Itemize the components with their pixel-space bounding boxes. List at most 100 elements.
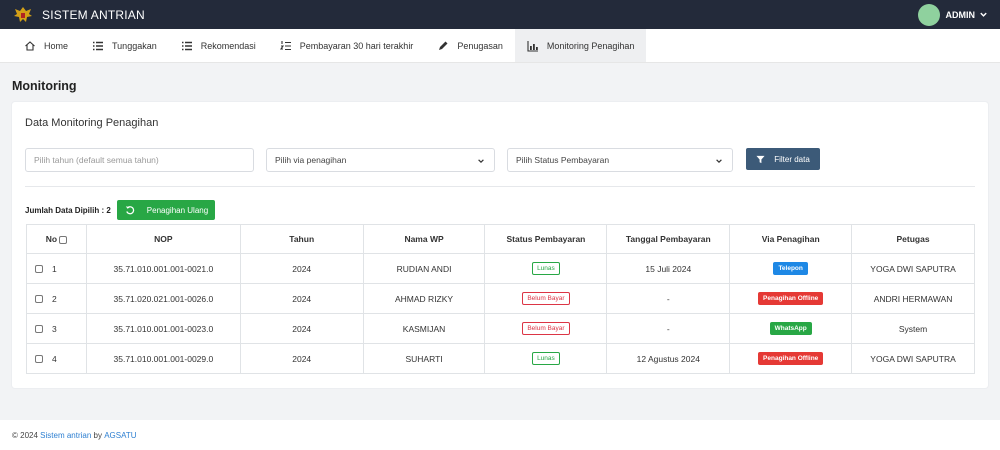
cell-tahun: 2024: [239, 283, 364, 314]
filter-icon: [756, 155, 765, 163]
nav-item-penugasan[interactable]: Penugasan: [425, 29, 515, 62]
penagihan-ulang-label: Penagihan Ulang: [146, 205, 209, 215]
table-row: 3 35.71.010.001.001-0023.0 2024 KASMIJAN…: [26, 313, 975, 344]
cell-via: WhatsApp: [729, 313, 853, 344]
page-title: Monitoring: [12, 79, 77, 93]
via-badge: Telepon: [773, 262, 808, 275]
monitoring-card: Data Monitoring Penagihan Pilih tahun (d…: [12, 102, 988, 388]
chevron-down-icon: [980, 12, 987, 17]
row-checkbox[interactable]: [35, 355, 43, 364]
via-badge: Penagihan Offline: [758, 352, 824, 365]
status-badge: Lunas: [532, 352, 560, 365]
monitoring-table: No NOP Tahun Nama WP Status Pembayaran T…: [26, 224, 975, 374]
via-select-value: Pilih via penagihan: [275, 155, 347, 165]
cell-petugas: System: [851, 313, 975, 344]
row-checkbox[interactable]: [35, 265, 43, 274]
year-placeholder: Pilih tahun (default semua tahun): [34, 155, 159, 165]
nav-label: Pembayaran 30 hari terakhir: [299, 40, 414, 51]
top-bar: SISTEM ANTRIAN ADMIN: [0, 0, 1000, 29]
cell-nop: 35.71.020.021.001-0026.0: [85, 283, 241, 314]
filter-button[interactable]: Filter data: [746, 148, 820, 170]
header-nop: NOP: [85, 224, 241, 254]
cell-status: Belum Bayar: [484, 313, 608, 344]
penagihan-ulang-button[interactable]: Penagihan Ulang: [116, 200, 215, 220]
nav-label: Home: [44, 40, 69, 51]
cell-no: 3: [26, 313, 87, 344]
nav-label: Penugasan: [457, 40, 503, 51]
footer: © 2024 Sistem antrian by AGSATU: [0, 420, 1000, 450]
header-label: No: [45, 234, 58, 244]
header-petugas: Petugas: [851, 224, 975, 254]
cell-no: 2: [26, 283, 87, 314]
user-label: ADMIN: [945, 9, 976, 20]
cell-status: Belum Bayar: [484, 283, 608, 314]
nav-label: Tunggakan: [112, 40, 157, 51]
status-select-value: Pilih Status Pembayaran: [516, 155, 610, 165]
row-number: 2: [52, 293, 57, 304]
nav-item-tunggakan[interactable]: Tunggakan: [80, 29, 169, 62]
nav-item-home[interactable]: Home: [12, 29, 80, 62]
via-select[interactable]: Pilih via penagihan: [266, 148, 495, 172]
user-menu[interactable]: ADMIN: [917, 3, 989, 26]
status-badge: Belum Bayar: [522, 322, 570, 335]
cell-tanggal: -: [606, 313, 731, 344]
selected-count: Jumlah Data Dipilih : 2: [25, 205, 111, 215]
filter-label: Filter data: [774, 154, 810, 164]
list-icon: [93, 41, 104, 50]
table-row: 1 35.71.010.001.001-0021.0 2024 RUDIAN A…: [26, 253, 975, 284]
list-icon: [181, 41, 192, 50]
avatar: [917, 3, 940, 26]
cell-petugas: YOGA DWI SAPUTRA: [851, 343, 975, 374]
cell-nama: RUDIAN ANDI: [362, 253, 486, 284]
row-checkbox[interactable]: [35, 295, 43, 304]
app-title: SISTEM ANTRIAN: [42, 7, 145, 22]
cell-nama: AHMAD RIZKY: [362, 283, 486, 314]
year-input[interactable]: Pilih tahun (default semua tahun): [25, 148, 254, 172]
cell-tahun: 2024: [239, 253, 364, 284]
cell-tanggal: 12 Agustus 2024: [606, 343, 731, 374]
cell-tanggal: -: [606, 283, 731, 314]
row-number: 3: [52, 323, 57, 334]
header-status: Status Pembayaran: [484, 224, 608, 254]
select-all-checkbox[interactable]: [59, 235, 68, 244]
divider: [25, 186, 975, 187]
footer-app-link[interactable]: Sistem antrian: [40, 431, 91, 440]
table-header-row: No NOP Tahun Nama WP Status Pembayaran T…: [26, 224, 975, 254]
via-badge: WhatsApp: [769, 322, 812, 335]
home-icon: [25, 40, 35, 51]
cell-nop: 35.71.010.001.001-0021.0: [85, 253, 241, 284]
table-row: 2 35.71.020.021.001-0026.0 2024 AHMAD RI…: [26, 283, 975, 314]
nav-item-rekomendasi[interactable]: Rekomendasi: [169, 29, 268, 62]
nav-item-monitoring[interactable]: Monitoring Penagihan: [514, 29, 647, 62]
cell-petugas: ANDRI HERMAWAN: [851, 283, 975, 314]
via-badge: Penagihan Offline: [758, 292, 824, 305]
cell-nop: 35.71.010.001.001-0029.0: [85, 343, 241, 374]
header-tanggal: Tanggal Pembayaran: [606, 224, 731, 254]
footer-author-link[interactable]: AGSATU: [104, 431, 136, 440]
header-nama: Nama WP: [362, 224, 486, 254]
cell-no: 4: [26, 343, 87, 374]
cell-tahun: 2024: [239, 313, 364, 344]
nav-label: Rekomendasi: [200, 40, 256, 51]
footer-by: by: [93, 430, 102, 440]
garuda-logo-icon: [14, 6, 32, 22]
cell-tanggal: 15 Juli 2024: [606, 253, 731, 284]
nav-item-pembayaran[interactable]: Pembayaran 30 hari terakhir: [268, 29, 426, 62]
chevron-down-icon: [716, 159, 722, 164]
table-row: 4 35.71.010.001.001-0029.0 2024 SUHARTI …: [26, 343, 975, 374]
chart-icon: [527, 40, 538, 52]
row-checkbox[interactable]: [35, 325, 43, 334]
status-badge: Belum Bayar: [522, 292, 570, 305]
cell-nop: 35.71.010.001.001-0023.0: [85, 313, 241, 344]
cell-via: Penagihan Offline: [729, 283, 853, 314]
row-number: 1: [52, 263, 57, 274]
status-select[interactable]: Pilih Status Pembayaran: [507, 148, 733, 172]
footer-copyright: © 2024: [12, 430, 38, 440]
ordered-list-icon: [279, 40, 291, 50]
cell-petugas: YOGA DWI SAPUTRA: [851, 253, 975, 284]
header-tahun: Tahun: [239, 224, 364, 254]
main-nav: Home Tunggakan Rekomendasi Pembayaran 30…: [0, 29, 1000, 63]
cell-tahun: 2024: [239, 343, 364, 374]
header-no: No: [26, 224, 87, 254]
header-via: Via Penagihan: [729, 224, 853, 254]
